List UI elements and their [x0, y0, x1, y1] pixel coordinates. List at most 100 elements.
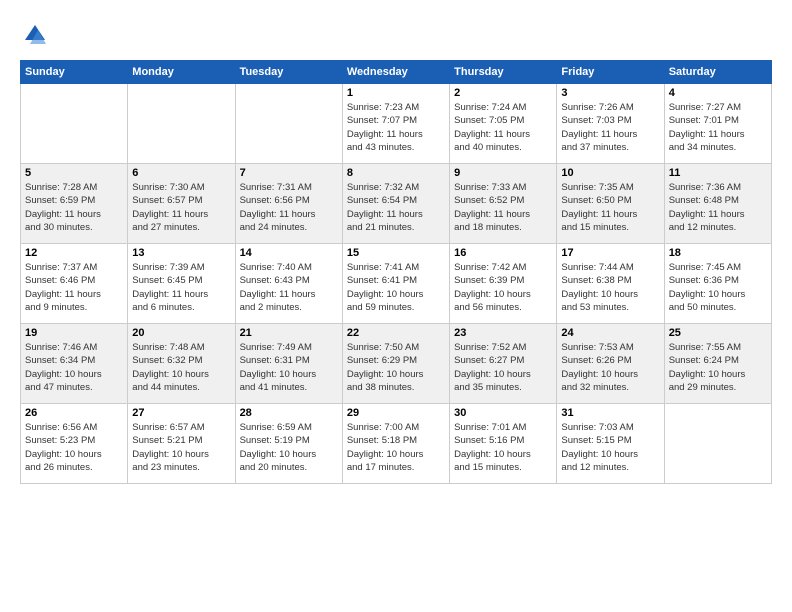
day-info: Sunrise: 7:53 AM Sunset: 6:26 PM Dayligh…	[561, 341, 659, 394]
day-cell: 11 Sunrise: 7:36 AM Sunset: 6:48 PM Dayli…	[664, 164, 771, 244]
day-info: Sunrise: 7:42 AM Sunset: 6:39 PM Dayligh…	[454, 261, 552, 314]
day-info: Sunrise: 7:01 AM Sunset: 5:16 PM Dayligh…	[454, 421, 552, 474]
day-number: 4	[669, 87, 767, 99]
day-number: 20	[132, 327, 230, 339]
day-number: 2	[454, 87, 552, 99]
day-number: 12	[25, 247, 123, 259]
day-cell: 19 Sunrise: 7:46 AM Sunset: 6:34 PM Dayli…	[21, 324, 128, 404]
day-cell: 15 Sunrise: 7:41 AM Sunset: 6:41 PM Dayli…	[342, 244, 449, 324]
day-number: 22	[347, 327, 445, 339]
day-info: Sunrise: 7:44 AM Sunset: 6:38 PM Dayligh…	[561, 261, 659, 314]
day-cell	[235, 84, 342, 164]
day-info: Sunrise: 7:33 AM Sunset: 6:52 PM Dayligh…	[454, 181, 552, 234]
day-cell: 31 Sunrise: 7:03 AM Sunset: 5:15 PM Dayli…	[557, 404, 664, 484]
day-info: Sunrise: 7:49 AM Sunset: 6:31 PM Dayligh…	[240, 341, 338, 394]
logo-icon	[20, 20, 50, 50]
day-info: Sunrise: 7:03 AM Sunset: 5:15 PM Dayligh…	[561, 421, 659, 474]
day-info: Sunrise: 7:35 AM Sunset: 6:50 PM Dayligh…	[561, 181, 659, 234]
day-info: Sunrise: 6:56 AM Sunset: 5:23 PM Dayligh…	[25, 421, 123, 474]
day-cell: 10Sunrise: 7:35 AM Sunset: 6:50 PM Dayli…	[557, 164, 664, 244]
day-number: 5	[25, 167, 123, 179]
day-info: Sunrise: 7:55 AM Sunset: 6:24 PM Dayligh…	[669, 341, 767, 394]
day-info: Sunrise: 7:36 AM Sunset: 6:48 PM Dayligh…	[669, 181, 767, 234]
logo	[20, 20, 54, 50]
day-number: 16	[454, 247, 552, 259]
day-info: Sunrise: 7:39 AM Sunset: 6:45 PM Dayligh…	[132, 261, 230, 314]
day-cell: 16 Sunrise: 7:42 AM Sunset: 6:39 PM Dayli…	[450, 244, 557, 324]
day-info: Sunrise: 7:00 AM Sunset: 5:18 PM Dayligh…	[347, 421, 445, 474]
day-number: 18	[669, 247, 767, 259]
day-info: Sunrise: 7:50 AM Sunset: 6:29 PM Dayligh…	[347, 341, 445, 394]
day-cell: 20Sunrise: 7:48 AM Sunset: 6:32 PM Dayli…	[128, 324, 235, 404]
day-info: Sunrise: 7:41 AM Sunset: 6:41 PM Dayligh…	[347, 261, 445, 314]
day-cell: 4 Sunrise: 7:27 AM Sunset: 7:01 PM Daylig…	[664, 84, 771, 164]
day-info: Sunrise: 6:59 AM Sunset: 5:19 PM Dayligh…	[240, 421, 338, 474]
week-row-5: 26 Sunrise: 6:56 AM Sunset: 5:23 PM Dayli…	[21, 404, 772, 484]
day-number: 21	[240, 327, 338, 339]
day-number: 31	[561, 407, 659, 419]
day-cell	[128, 84, 235, 164]
day-cell: 14 Sunrise: 7:40 AM Sunset: 6:43 PM Dayli…	[235, 244, 342, 324]
day-cell: 22 Sunrise: 7:50 AM Sunset: 6:29 PM Dayli…	[342, 324, 449, 404]
day-cell: 18Sunrise: 7:45 AM Sunset: 6:36 PM Dayli…	[664, 244, 771, 324]
day-info: Sunrise: 7:31 AM Sunset: 6:56 PM Dayligh…	[240, 181, 338, 234]
day-number: 11	[669, 167, 767, 179]
day-cell: 13 Sunrise: 7:39 AM Sunset: 6:45 PM Dayli…	[128, 244, 235, 324]
day-info: Sunrise: 7:30 AM Sunset: 6:57 PM Dayligh…	[132, 181, 230, 234]
week-row-2: 5 Sunrise: 7:28 AM Sunset: 6:59 PM Daylig…	[21, 164, 772, 244]
day-cell: 23 Sunrise: 7:52 AM Sunset: 6:27 PM Dayli…	[450, 324, 557, 404]
day-cell: 6 Sunrise: 7:30 AM Sunset: 6:57 PM Daylig…	[128, 164, 235, 244]
day-info: Sunrise: 6:57 AM Sunset: 5:21 PM Dayligh…	[132, 421, 230, 474]
day-number: 6	[132, 167, 230, 179]
day-number: 17	[561, 247, 659, 259]
day-cell	[664, 404, 771, 484]
day-cell: 9 Sunrise: 7:33 AM Sunset: 6:52 PM Daylig…	[450, 164, 557, 244]
day-info: Sunrise: 7:37 AM Sunset: 6:46 PM Dayligh…	[25, 261, 123, 314]
day-cell: 3Sunrise: 7:26 AM Sunset: 7:03 PM Daylig…	[557, 84, 664, 164]
day-info: Sunrise: 7:52 AM Sunset: 6:27 PM Dayligh…	[454, 341, 552, 394]
day-number: 15	[347, 247, 445, 259]
page-header	[20, 20, 772, 50]
day-cell: 5 Sunrise: 7:28 AM Sunset: 6:59 PM Daylig…	[21, 164, 128, 244]
day-info: Sunrise: 7:28 AM Sunset: 6:59 PM Dayligh…	[25, 181, 123, 234]
day-cell: 17 Sunrise: 7:44 AM Sunset: 6:38 PM Dayli…	[557, 244, 664, 324]
day-cell: 2Sunrise: 7:24 AM Sunset: 7:05 PM Daylig…	[450, 84, 557, 164]
day-number: 25	[669, 327, 767, 339]
day-number: 7	[240, 167, 338, 179]
day-cell: 29Sunrise: 7:00 AM Sunset: 5:18 PM Dayli…	[342, 404, 449, 484]
day-cell: 12 Sunrise: 7:37 AM Sunset: 6:46 PM Dayli…	[21, 244, 128, 324]
day-cell: 30 Sunrise: 7:01 AM Sunset: 5:16 PM Dayli…	[450, 404, 557, 484]
day-number: 14	[240, 247, 338, 259]
day-number: 26	[25, 407, 123, 419]
day-number: 28	[240, 407, 338, 419]
day-cell: 7 Sunrise: 7:31 AM Sunset: 6:56 PM Daylig…	[235, 164, 342, 244]
day-cell: 1Sunrise: 7:23 AM Sunset: 7:07 PM Daylig…	[342, 84, 449, 164]
day-number: 23	[454, 327, 552, 339]
day-cell: 28 Sunrise: 6:59 AM Sunset: 5:19 PM Dayli…	[235, 404, 342, 484]
day-info: Sunrise: 7:26 AM Sunset: 7:03 PM Dayligh…	[561, 101, 659, 154]
day-cell: 8Sunrise: 7:32 AM Sunset: 6:54 PM Daylig…	[342, 164, 449, 244]
day-cell: 21 Sunrise: 7:49 AM Sunset: 6:31 PM Dayli…	[235, 324, 342, 404]
day-info: Sunrise: 7:46 AM Sunset: 6:34 PM Dayligh…	[25, 341, 123, 394]
weekday-header-tuesday: Tuesday	[235, 61, 342, 84]
weekday-header-sunday: Sunday	[21, 61, 128, 84]
day-info: Sunrise: 7:27 AM Sunset: 7:01 PM Dayligh…	[669, 101, 767, 154]
day-number: 19	[25, 327, 123, 339]
week-row-3: 12 Sunrise: 7:37 AM Sunset: 6:46 PM Dayli…	[21, 244, 772, 324]
weekday-header-wednesday: Wednesday	[342, 61, 449, 84]
day-number: 1	[347, 87, 445, 99]
calendar: SundayMondayTuesdayWednesdayThursdayFrid…	[20, 60, 772, 484]
week-row-4: 19 Sunrise: 7:46 AM Sunset: 6:34 PM Dayli…	[21, 324, 772, 404]
day-info: Sunrise: 7:40 AM Sunset: 6:43 PM Dayligh…	[240, 261, 338, 314]
day-number: 24	[561, 327, 659, 339]
day-number: 13	[132, 247, 230, 259]
weekday-header-thursday: Thursday	[450, 61, 557, 84]
weekday-header-friday: Friday	[557, 61, 664, 84]
day-cell: 26 Sunrise: 6:56 AM Sunset: 5:23 PM Dayli…	[21, 404, 128, 484]
day-number: 27	[132, 407, 230, 419]
day-number: 9	[454, 167, 552, 179]
weekday-header-saturday: Saturday	[664, 61, 771, 84]
day-number: 30	[454, 407, 552, 419]
day-cell: 27 Sunrise: 6:57 AM Sunset: 5:21 PM Dayli…	[128, 404, 235, 484]
day-cell	[21, 84, 128, 164]
